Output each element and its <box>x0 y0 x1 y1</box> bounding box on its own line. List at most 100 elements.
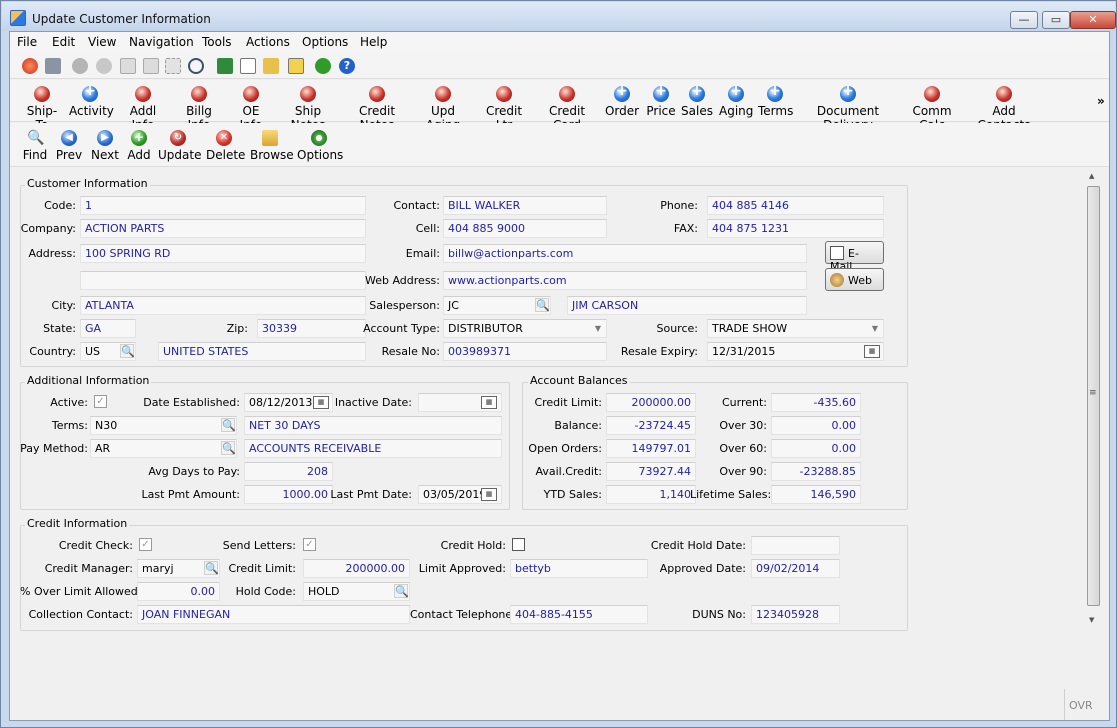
pay-method-code-field[interactable]: AR <box>90 439 237 458</box>
approved-date-field[interactable]: 09/02/2014 <box>751 559 840 578</box>
inactive-date-calendar-icon[interactable]: ▦ <box>481 396 497 409</box>
city-field[interactable]: ATLANTA <box>80 296 366 315</box>
fax-field[interactable]: 404 875 1231 <box>707 219 884 238</box>
avg-days-label: Avg Days to Pay: <box>148 465 240 478</box>
address-line1-field[interactable]: 100 SPRING RD <box>80 244 366 263</box>
state-field[interactable]: GA <box>80 319 136 338</box>
next-label: Next <box>91 148 119 162</box>
salesperson-lookup-icon[interactable]: 🔍 <box>535 298 550 312</box>
paste-icon[interactable] <box>143 58 159 74</box>
active-checkbox[interactable]: ✓ <box>94 395 107 408</box>
source-dropdown-icon[interactable]: ▼ <box>868 320 882 337</box>
options-label: Options <box>297 148 344 162</box>
terms-lookup-icon[interactable]: 🔍 <box>221 418 236 432</box>
envelope-icon <box>830 246 844 260</box>
copy-icon[interactable] <box>120 58 136 74</box>
phone-field[interactable]: 404 885 4146 <box>707 196 884 215</box>
price-button[interactable]: Price <box>646 83 676 118</box>
calculator-icon[interactable] <box>217 58 233 74</box>
credit-hold-date-field[interactable] <box>751 536 840 555</box>
find-button[interactable]: 🔍 Find <box>22 130 48 162</box>
terms-button[interactable]: Terms <box>758 83 793 118</box>
menu-file[interactable]: File <box>17 35 37 49</box>
menu-help[interactable]: Help <box>360 35 387 49</box>
web-button-label: Web <box>848 274 872 287</box>
sales-button[interactable]: Sales <box>681 83 713 118</box>
code-label: Code: <box>44 199 76 212</box>
aging-button[interactable]: Aging <box>719 83 753 118</box>
scroll-down-icon[interactable]: ▼ <box>1089 616 1094 624</box>
contact-field[interactable]: BILL WALKER <box>443 196 607 215</box>
hold-code-lookup-icon[interactable]: 🔍 <box>394 584 409 598</box>
resale-expiry-field[interactable]: 12/31/2015 <box>707 342 884 361</box>
cell-field[interactable]: 404 885 9000 <box>443 219 607 238</box>
menu-navigation[interactable]: Navigation <box>129 35 194 49</box>
over-limit-allowed-field[interactable]: 0.00 <box>137 582 220 601</box>
minimize-button[interactable]: — <box>1010 11 1038 29</box>
email-field[interactable]: billw@actionparts.com <box>443 244 807 263</box>
email-button[interactable]: E-Mail <box>825 241 884 273</box>
credit-check-checkbox[interactable]: ✓ <box>139 538 152 551</box>
ytd-sales-value: 1,140 <box>606 485 696 504</box>
duns-no-field[interactable]: 123405928 <box>751 605 840 624</box>
web-address-field[interactable]: www.actionparts.com <box>443 271 807 290</box>
menu-actions[interactable]: Actions <box>246 35 290 49</box>
current-label: Current: <box>721 396 767 409</box>
terms-code-field[interactable]: N30 <box>90 416 237 435</box>
menu-edit[interactable]: Edit <box>52 35 75 49</box>
contact-label: Contact: <box>393 199 440 212</box>
menu-tools[interactable]: Tools <box>202 35 232 49</box>
order-button[interactable]: Order <box>604 83 640 118</box>
credit-hold-checkbox[interactable] <box>512 538 525 551</box>
activity-button[interactable]: Activity <box>69 83 114 118</box>
scroll-up-icon[interactable]: ▲ <box>1089 172 1094 180</box>
select-icon[interactable] <box>165 58 181 74</box>
resale-expiry-calendar-icon[interactable]: ▦ <box>864 345 880 358</box>
source-select[interactable]: TRADE SHOW <box>707 319 884 338</box>
web-button[interactable]: Web <box>825 268 884 291</box>
credit-limit-field[interactable]: 200000.00 <box>303 559 410 578</box>
collection-contact-field[interactable]: JOAN FINNEGAN <box>137 605 410 624</box>
account-type-select[interactable]: DISTRIBUTOR <box>443 319 607 338</box>
resale-no-field[interactable]: 003989371 <box>443 342 607 361</box>
menu-view[interactable]: View <box>88 35 116 49</box>
cancel-icon[interactable] <box>96 58 112 74</box>
avail-credit-value: 73927.44 <box>606 462 696 481</box>
delete-button[interactable]: ✕ Delete <box>206 130 245 162</box>
zoom-icon[interactable] <box>188 58 204 74</box>
country-lookup-icon[interactable]: 🔍 <box>120 344 135 358</box>
browse-button[interactable]: Browse <box>250 130 294 162</box>
copy-window-icon[interactable] <box>45 58 61 74</box>
pay-method-lookup-icon[interactable]: 🔍 <box>221 441 236 455</box>
prev-button[interactable]: ◀ Prev <box>55 130 83 162</box>
menu-options[interactable]: Options <box>302 35 348 49</box>
vertical-scrollbar[interactable]: ▲ ≡ ▼ <box>1085 172 1102 627</box>
check-icon[interactable] <box>72 58 88 74</box>
options-button[interactable]: Options <box>297 130 344 162</box>
power-icon[interactable] <box>22 58 38 74</box>
close-button[interactable]: ✕ <box>1070 11 1116 29</box>
last-pmt-date-calendar-icon[interactable]: ▦ <box>481 488 497 501</box>
help-icon[interactable]: ? <box>339 58 355 74</box>
company-field[interactable]: ACTION PARTS <box>80 219 366 238</box>
limit-approved-field[interactable]: bettyb <box>510 559 648 578</box>
maximize-button[interactable]: ▭ <box>1042 11 1070 29</box>
account-type-dropdown-icon[interactable]: ▼ <box>591 320 605 337</box>
update-button[interactable]: ↻ Update <box>158 130 201 162</box>
send-letters-checkbox[interactable]: ✓ <box>303 538 316 551</box>
notes-icon[interactable] <box>263 58 279 74</box>
overwrite-mode-indicator: OVR <box>1064 689 1109 720</box>
contact-telephone-field[interactable]: 404-885-4155 <box>510 605 648 624</box>
toolbar-overflow-icon[interactable]: » <box>1097 94 1105 108</box>
date-established-calendar-icon[interactable]: ▦ <box>313 396 329 409</box>
address-line2-field[interactable] <box>80 271 366 290</box>
scroll-grip-icon: ≡ <box>1089 388 1097 398</box>
code-field[interactable]: 1 <box>80 196 366 215</box>
salesperson-label: Salesperson: <box>369 299 440 312</box>
delete-icon: ✕ <box>216 130 232 146</box>
calendar-icon[interactable] <box>288 58 304 74</box>
chart-icon[interactable] <box>315 58 331 74</box>
add-button[interactable]: + Add <box>127 130 151 162</box>
attachment-icon[interactable] <box>240 58 256 74</box>
next-button[interactable]: ▶ Next <box>90 130 120 162</box>
